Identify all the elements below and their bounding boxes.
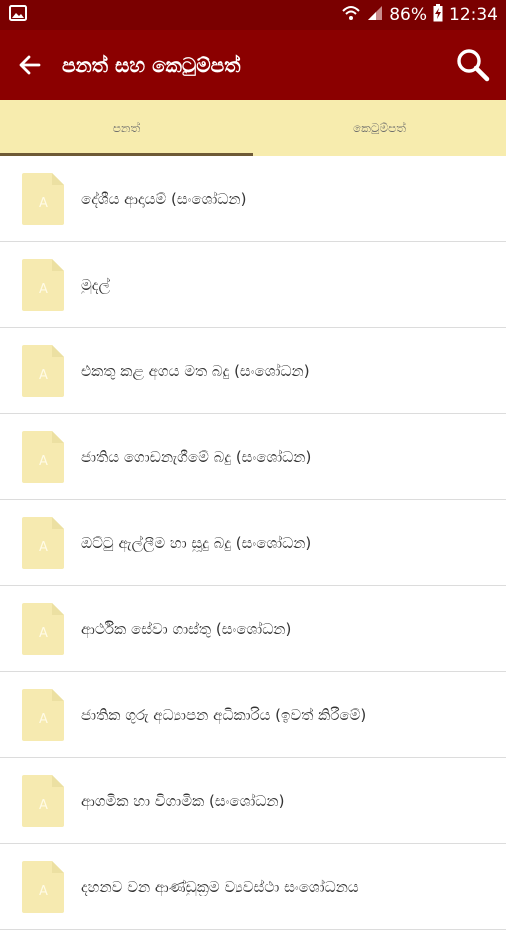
svg-text:A: A: [39, 884, 48, 899]
signal-icon: [367, 5, 383, 26]
document-title: දේශීය ආදායම් (සංශෝධන): [81, 189, 247, 208]
list-item[interactable]: A ඔට්ටු ඇල්ලීම හා සූදු බදු (සංශෝධන): [0, 500, 506, 586]
document-title: ආර්ථික සේවා ගාස්තු (සංශෝධන): [81, 619, 292, 638]
document-file-icon: A: [22, 860, 64, 913]
tab-acts-label: පනත්: [112, 120, 141, 135]
document-title: ජාතිය ගොඩනැගීමේ බදු (සංශෝධන): [81, 447, 312, 466]
battery-icon: [433, 3, 443, 27]
search-icon[interactable]: [456, 48, 490, 82]
svg-text:A: A: [39, 196, 48, 211]
document-file-icon: A: [22, 688, 64, 741]
list-item[interactable]: A ආර්ථික සේවා ගාස්තු (සංශෝධන): [0, 586, 506, 672]
list-item[interactable]: A මුදල්: [0, 242, 506, 328]
list-item[interactable]: A ආගමික හා විගාමික (සංශෝධන): [0, 758, 506, 844]
document-file-icon: A: [22, 258, 64, 311]
svg-text:A: A: [39, 368, 48, 383]
wifi-icon: [341, 4, 361, 27]
tab-bar: පනත් කෙටුම්පත්: [0, 100, 506, 156]
tab-bills[interactable]: කෙටුම්පත්: [253, 100, 506, 156]
document-title: ආගමික හා විගාමික (සංශෝධන): [81, 791, 285, 810]
document-file-icon: A: [22, 430, 64, 483]
document-title: එකතු කළ අගය මත බදු (සංශෝධන): [81, 361, 310, 380]
gallery-notification-icon: [9, 5, 27, 25]
list-item[interactable]: A ජාතික ගුරු අධ්‍යාපන අධිකාරිය (ඉවත් කිර…: [0, 672, 506, 758]
document-title: දහනව වන ආණ්ඩුක්‍රම ව්‍යවස්ථා සංශෝධනය: [81, 877, 359, 896]
svg-text:A: A: [39, 540, 48, 555]
svg-text:A: A: [39, 626, 48, 641]
list-item[interactable]: A එකතු කළ අගය මත බදු (සංශෝධන): [0, 328, 506, 414]
app-bar: පනත් සහ කෙටුම්පත්: [0, 30, 506, 100]
document-file-icon: A: [22, 172, 64, 225]
document-file-icon: A: [22, 344, 64, 397]
svg-text:A: A: [39, 798, 48, 813]
clock: 12:34: [449, 5, 498, 25]
document-list: A දේශීය ආදායම් (සංශෝධන) A මුදල් A එකතු ක…: [0, 156, 506, 930]
status-bar: 86% 12:34: [0, 0, 506, 30]
document-title: ජාතික ගුරු අධ්‍යාපන අධිකාරිය (ඉවත් කිරීම…: [81, 705, 367, 724]
svg-text:A: A: [39, 282, 48, 297]
svg-text:A: A: [39, 712, 48, 727]
list-item[interactable]: A දහනව වන ආණ්ඩුක්‍රම ව්‍යවස්ථා සංශෝධනය: [0, 844, 506, 930]
tab-acts[interactable]: පනත්: [0, 100, 253, 156]
list-item[interactable]: A ජාතිය ගොඩනැගීමේ බදු (සංශෝධන): [0, 414, 506, 500]
document-file-icon: A: [22, 602, 64, 655]
list-item[interactable]: A දේශීය ආදායම් (සංශෝධන): [0, 156, 506, 242]
document-file-icon: A: [22, 774, 64, 827]
document-title: මුදල්: [81, 275, 110, 294]
tab-bills-label: කෙටුම්පත්: [352, 120, 407, 135]
document-file-icon: A: [22, 516, 64, 569]
document-title: ඔට්ටු ඇල්ලීම හා සූදු බදු (සංශෝධන): [81, 533, 312, 552]
back-arrow-icon[interactable]: [18, 53, 42, 77]
battery-percentage: 86%: [389, 5, 427, 25]
svg-text:A: A: [39, 454, 48, 469]
page-title: පනත් සහ කෙටුම්පත්: [62, 53, 241, 77]
